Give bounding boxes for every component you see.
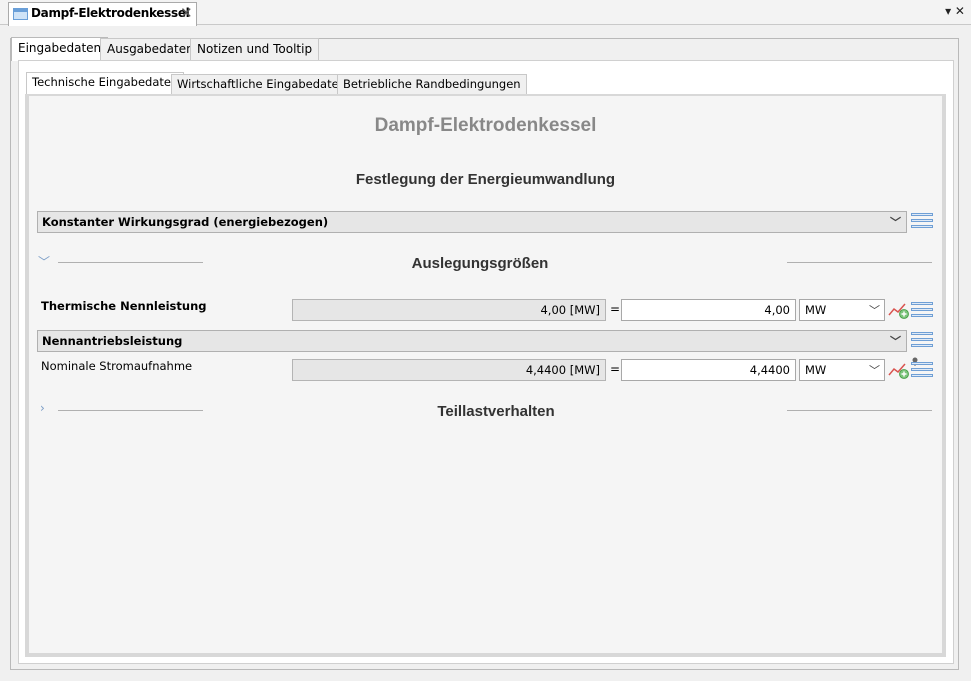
document-icon — [13, 8, 28, 20]
chart-add-icon[interactable] — [888, 301, 910, 319]
tab-notizen[interactable]: Notizen und Tooltip — [190, 38, 320, 60]
section-title: Festlegung der Energieumwandlung — [355, 171, 616, 188]
unit-select[interactable]: MW ﹀ — [799, 299, 885, 321]
equals-sign: = — [610, 362, 621, 376]
divider — [58, 410, 203, 411]
equals-sign: = — [610, 302, 621, 316]
list-icon[interactable] — [911, 213, 933, 231]
list-icon[interactable] — [911, 302, 933, 320]
list-icon[interactable] — [911, 332, 933, 350]
divider — [787, 410, 932, 411]
tab-betriebliche-randbedingungen[interactable]: Betriebliche Randbedingungen — [337, 74, 527, 94]
stromaufnahme-input[interactable]: 4,4400 — [621, 359, 796, 381]
computed-value-field: 4,00 [MW] — [292, 299, 606, 321]
view-menu-icon[interactable]: ▾ ✕ — [945, 4, 965, 18]
chevron-down-icon: ﹀ — [890, 216, 901, 229]
close-icon[interactable]: ✕ — [180, 4, 193, 22]
row-label: Thermische Nennleistung — [41, 299, 207, 313]
chart-add-icon[interactable] — [888, 361, 910, 379]
conversion-select[interactable]: Konstanter Wirkungsgrad (energiebezogen)… — [37, 211, 907, 233]
tab-eingabedaten[interactable]: Eingabedaten — [11, 37, 109, 61]
chevron-down-icon: ﹀ — [869, 304, 880, 317]
divider — [58, 262, 203, 263]
editor-tab-title: Dampf-Elektrodenkessel — [31, 6, 190, 20]
chevron-right-icon[interactable]: › — [40, 401, 45, 415]
group-title-teillast: Teillastverhalten — [437, 403, 555, 420]
row-label: Nominale Stromaufnahme — [41, 359, 193, 373]
chevron-down-icon: ﹀ — [869, 364, 880, 377]
editor-tab[interactable]: Dampf-Elektrodenkessel ✕ — [8, 2, 197, 26]
list-icon[interactable] — [911, 362, 933, 380]
nennleistung-input[interactable]: 4,00 — [621, 299, 796, 321]
computed-value-field: 4,4400 [MW] — [292, 359, 606, 381]
drive-select[interactable]: Nennantriebsleistung ﹀ — [37, 330, 907, 352]
group-title-auslegung: Auslegungsgrößen — [411, 255, 549, 272]
tab-wirtschaftliche-eingabedaten[interactable]: Wirtschaftliche Eingabedaten — [171, 74, 352, 94]
drive-select-value: Nennantriebsleistung — [42, 334, 183, 348]
divider — [787, 262, 932, 263]
chevron-down-icon[interactable]: ﹀ — [38, 253, 50, 270]
tab-ausgabedaten[interactable]: Ausgabedaten — [100, 38, 201, 60]
unit-select-value: MW — [805, 303, 827, 317]
unit-select[interactable]: MW ﹀ — [799, 359, 885, 381]
tab-technische-eingabedaten[interactable]: Technische Eingabedaten — [26, 72, 185, 95]
unit-select-value: MW — [805, 363, 827, 377]
conversion-select-value: Konstanter Wirkungsgrad (energiebezogen) — [42, 215, 329, 229]
chevron-down-icon: ﹀ — [890, 335, 901, 348]
page-title: Dampf-Elektrodenkessel — [374, 115, 597, 136]
